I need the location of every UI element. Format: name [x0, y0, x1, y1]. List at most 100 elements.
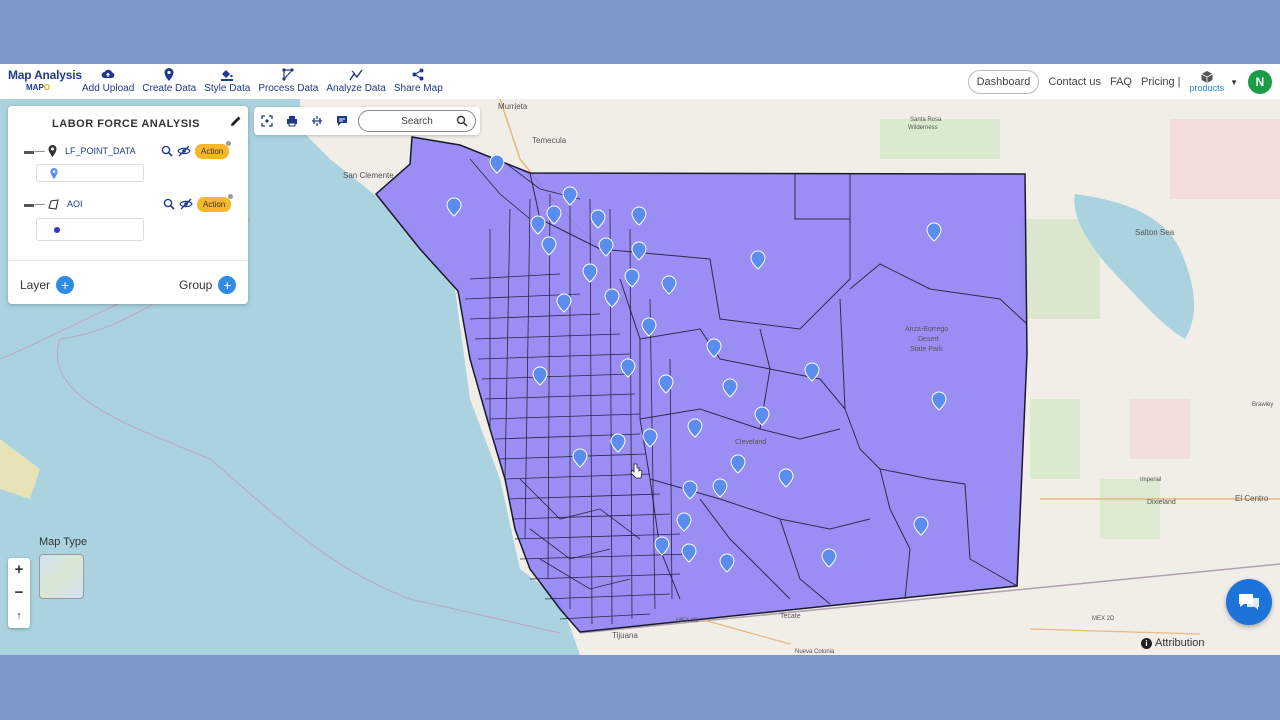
layer-panel: LABOR FORCE ANALYSIS ▬ — LF_POINT_DATA A… [8, 106, 248, 304]
zoom-controls: + − ↑ [8, 558, 30, 628]
comment-icon[interactable] [329, 109, 354, 133]
brand-sub-prefix: MAP [26, 83, 44, 92]
label-mex-2d-east: MEX 2D [1092, 616, 1115, 622]
label-brawley: Brawley [1252, 402, 1273, 408]
nav-share-map[interactable]: Share Map [390, 67, 447, 97]
add-group-button[interactable]: Group + [179, 276, 237, 294]
action-button[interactable]: Action [195, 140, 232, 159]
map-type-thumbnail[interactable] [39, 554, 84, 599]
contact-us-link[interactable]: Contact us [1048, 76, 1101, 88]
brand-sub-suffix: O [43, 83, 51, 92]
products-dropdown-caret[interactable]: ▼ [1230, 78, 1238, 87]
share-icon [411, 67, 425, 81]
products-label: products [1189, 83, 1225, 93]
top-background-band [0, 0, 1280, 64]
nav-process-data-label: Process Data [258, 83, 319, 94]
top-nav: Map Analysis MAPO Add Upload Create Data [0, 64, 1280, 99]
label-tecate: Tecate [780, 613, 801, 620]
label-cleveland: Cleveland [735, 439, 766, 446]
plus-icon: + [56, 276, 75, 294]
nav-create-data[interactable]: Create Data [138, 67, 200, 97]
cube-icon [1201, 71, 1213, 83]
label-mex-2d-west: MEX 2D [676, 618, 699, 624]
reset-north-button[interactable]: ↑ [8, 604, 30, 627]
fullscreen-icon[interactable] [254, 109, 279, 133]
products-menu[interactable]: products [1189, 71, 1225, 93]
drag-handle-icon[interactable]: ▬ — [24, 199, 48, 210]
process-nodes-icon [281, 67, 295, 81]
paint-bucket-icon [220, 67, 234, 81]
add-group-label: Group [179, 278, 213, 292]
search-placeholder: Search [401, 115, 433, 127]
nav-right: Dashboard Contact us FAQ Pricing | produ… [967, 69, 1272, 95]
label-san-clemente: San Clemente [343, 171, 394, 180]
location-pin-icon [162, 67, 176, 81]
zoom-out-button[interactable]: − [8, 581, 30, 604]
polygon-color-swatch [54, 227, 60, 233]
zoom-to-layer-icon[interactable] [163, 198, 175, 210]
label-anza-borrego-state-park: State Park [910, 346, 943, 353]
faq-link[interactable]: FAQ [1110, 76, 1132, 88]
brand-title: Map Analysis [8, 68, 82, 82]
search-icon[interactable] [456, 115, 468, 127]
panel-title: LABOR FORCE ANALYSIS [52, 118, 200, 130]
layer-row-lf-point-data[interactable]: ▬ — LF_POINT_DATA Action [24, 140, 244, 159]
search-input[interactable]: Search [358, 110, 476, 132]
label-santa-rosa-wilderness: Wilderness [908, 125, 938, 131]
label-tijuana: Tijuana [612, 631, 638, 640]
pricing-link[interactable]: Pricing | [1141, 76, 1181, 88]
analyze-chart-icon [349, 67, 363, 81]
label-temecula: Temecula [532, 136, 567, 145]
plus-icon: + [218, 276, 237, 294]
visibility-toggle-icon[interactable] [177, 145, 191, 157]
label-murrieta: Murrieta [498, 102, 528, 111]
nav-create-data-label: Create Data [142, 83, 197, 94]
zoom-to-layer-icon[interactable] [161, 145, 173, 157]
nav-style-data[interactable]: Style Data [200, 67, 254, 97]
label-salton-sea: Salton Sea [1135, 228, 1175, 237]
nav-share-map-label: Share Map [393, 83, 443, 94]
map-toolbar: Search [254, 107, 480, 135]
label-imperial: Imperial [1140, 477, 1161, 483]
attribution-control[interactable]: i Attribution [1141, 637, 1205, 649]
print-icon[interactable] [279, 109, 304, 133]
label-el-centro: El Centro [1235, 494, 1269, 503]
pencil-icon[interactable] [230, 114, 242, 132]
layer-row-aoi[interactable]: ▬ — AOI Action [24, 193, 244, 212]
visibility-toggle-icon[interactable] [179, 198, 193, 210]
layer-name[interactable]: AOI [67, 199, 163, 209]
app-window: Map Analysis MAPO Add Upload Create Data [0, 64, 1280, 655]
drag-handle-icon[interactable]: ▬ — [24, 146, 48, 157]
brand-logo[interactable]: Map Analysis MAPO [8, 68, 82, 96]
nav-process-data[interactable]: Process Data [254, 67, 322, 97]
attribution-label: Attribution [1155, 637, 1205, 649]
nav-analyze-data[interactable]: Analyze Data [322, 67, 389, 97]
nav-analyze-data-label: Analyze Data [326, 83, 386, 94]
dashboard-button[interactable]: Dashboard [967, 70, 1040, 94]
measure-tool-icon[interactable] [304, 109, 329, 133]
label-anza-borrego: Anza-Borrego [905, 326, 948, 333]
cloud-upload-icon [101, 67, 115, 81]
brand-subtitle: MAPO [26, 83, 78, 92]
layer-name[interactable]: LF_POINT_DATA [65, 146, 161, 156]
add-layer-button[interactable]: Layer + [20, 276, 75, 294]
nav-items: Add Upload Create Data Style Data Proces… [78, 67, 447, 97]
bottom-background-band [0, 655, 1280, 720]
chat-widget-button[interactable] [1226, 579, 1272, 625]
action-button[interactable]: Action [197, 193, 234, 212]
polygon-layer-icon [48, 198, 59, 210]
label-dixieland: Dixieland [1147, 499, 1176, 506]
map-type-label: Map Type [39, 536, 88, 548]
add-layer-label: Layer [20, 278, 51, 292]
label-santa-rosa: Santa Rosa [910, 117, 942, 123]
zoom-in-button[interactable]: + [8, 558, 30, 581]
panel-divider [8, 260, 248, 261]
chat-bubble-icon [1239, 594, 1259, 610]
layer-legend-aoi [36, 218, 144, 241]
nav-add-upload[interactable]: Add Upload [78, 67, 138, 97]
nav-style-data-label: Style Data [204, 83, 251, 94]
info-icon: i [1141, 637, 1152, 649]
marker-legend-icon [50, 168, 58, 179]
user-avatar[interactable]: N [1248, 70, 1272, 94]
label-anza-borrego-desert: Desert [918, 336, 939, 343]
